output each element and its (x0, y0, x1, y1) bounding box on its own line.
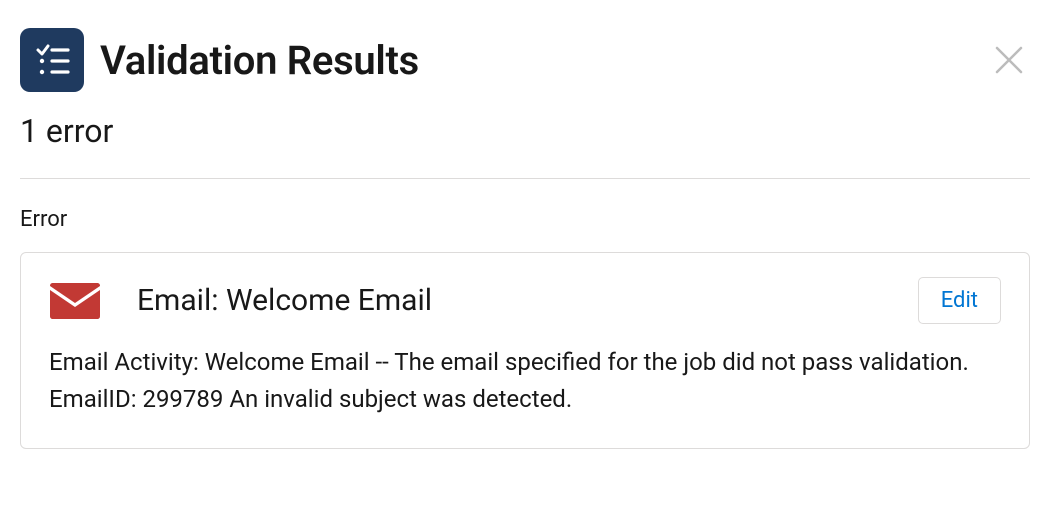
validation-results-panel: Validation Results 1 error Error Email: … (0, 0, 1050, 469)
error-card-left: Email: Welcome Email (49, 281, 432, 321)
error-count: 1 error (20, 112, 1030, 150)
page-title: Validation Results (100, 37, 419, 84)
section-label: Error (20, 207, 1030, 232)
error-title: Email: Welcome Email (137, 283, 432, 318)
error-message: Email Activity: Welcome Email -- The ema… (49, 344, 1001, 418)
validation-list-icon (20, 28, 84, 92)
divider (20, 178, 1030, 179)
header-left: Validation Results (20, 28, 419, 92)
error-card: Email: Welcome Email Edit Email Activity… (20, 252, 1030, 449)
header-row: Validation Results (20, 28, 1030, 92)
email-icon (49, 281, 101, 321)
error-card-header: Email: Welcome Email Edit (49, 277, 1001, 324)
close-button[interactable] (988, 39, 1030, 81)
close-icon (992, 43, 1026, 77)
edit-button[interactable]: Edit (918, 277, 1001, 324)
